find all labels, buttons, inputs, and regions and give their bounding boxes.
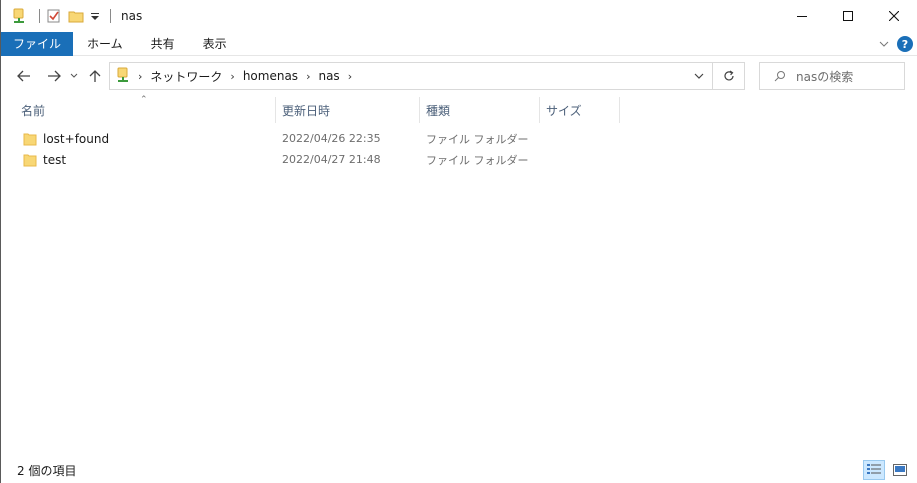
qat-separator bbox=[39, 9, 40, 23]
file-name: test bbox=[43, 152, 67, 167]
column-header-date[interactable]: 更新日時 bbox=[276, 97, 420, 123]
quick-access-toolbar: nas bbox=[1, 0, 142, 32]
file-list: lost+found 2022/04/26 22:35 ファイル フォルダー t… bbox=[1, 128, 917, 170]
list-item[interactable]: lost+found 2022/04/26 22:35 ファイル フォルダー bbox=[1, 128, 917, 149]
expand-ribbon-chevron-icon[interactable] bbox=[879, 37, 889, 51]
breadcrumb-network[interactable]: ネットワーク bbox=[150, 68, 222, 85]
help-icon[interactable]: ? bbox=[897, 36, 913, 52]
view-switcher bbox=[863, 460, 911, 480]
search-placeholder: nasの検索 bbox=[796, 69, 854, 84]
minimize-icon bbox=[797, 16, 807, 17]
chevron-down-icon bbox=[694, 73, 704, 79]
address-row: › ネットワーク › homenas › nas › nasの検索 bbox=[1, 57, 917, 95]
breadcrumb-chevron-icon[interactable]: › bbox=[138, 70, 142, 83]
tab-share[interactable]: 共有 bbox=[137, 32, 189, 56]
ribbon-right-controls: ? bbox=[879, 32, 913, 56]
refresh-icon bbox=[723, 70, 734, 81]
address-bar[interactable]: › ネットワーク › homenas › nas › bbox=[109, 62, 713, 90]
breadcrumb-homenas[interactable]: homenas bbox=[243, 69, 298, 83]
network-folder-icon[interactable] bbox=[11, 8, 27, 24]
details-view-button[interactable] bbox=[863, 460, 885, 480]
column-header-size[interactable]: サイズ bbox=[540, 97, 620, 123]
network-location-icon bbox=[116, 67, 130, 86]
new-folder-icon[interactable] bbox=[68, 8, 84, 24]
close-icon bbox=[889, 11, 899, 21]
file-type: ファイル フォルダー bbox=[426, 132, 529, 146]
search-icon bbox=[774, 71, 785, 82]
back-button[interactable] bbox=[11, 63, 37, 89]
file-date: 2022/04/27 21:48 bbox=[282, 153, 381, 166]
maximize-icon bbox=[843, 11, 853, 21]
minimize-button[interactable] bbox=[779, 0, 825, 32]
properties-icon[interactable] bbox=[46, 8, 62, 24]
maximize-button[interactable] bbox=[825, 0, 871, 32]
column-header-type[interactable]: 種類 bbox=[420, 97, 540, 123]
forward-button[interactable] bbox=[41, 63, 67, 89]
file-date: 2022/04/26 22:35 bbox=[282, 132, 381, 145]
back-arrow-icon bbox=[17, 70, 30, 82]
ribbon-tabs: ファイル ホーム 共有 表示 ? bbox=[1, 31, 917, 56]
breadcrumb: › ネットワーク › homenas › nas › bbox=[110, 63, 360, 89]
refresh-button[interactable] bbox=[713, 62, 745, 90]
tab-view[interactable]: 表示 bbox=[189, 32, 241, 56]
explorer-window: nas ファイル ホーム 共有 表示 ? › ネットワーク › homenas … bbox=[0, 0, 917, 483]
tab-file[interactable]: ファイル bbox=[1, 31, 74, 56]
customize-qat-icon[interactable] bbox=[90, 8, 100, 24]
large-icons-view-icon bbox=[893, 464, 907, 476]
breadcrumb-chevron-icon[interactable]: › bbox=[348, 70, 352, 83]
folder-icon bbox=[23, 133, 37, 145]
item-count: 2 個の項目 bbox=[17, 463, 77, 478]
forward-arrow-icon bbox=[48, 70, 61, 82]
file-name: lost+found bbox=[43, 131, 110, 146]
folder-icon bbox=[23, 154, 37, 166]
window-controls bbox=[779, 0, 917, 32]
details-view-icon bbox=[867, 464, 881, 474]
status-bar: 2 個の項目 bbox=[1, 457, 917, 483]
file-name-cell: lost+found bbox=[23, 132, 109, 146]
recent-locations-button[interactable] bbox=[67, 63, 81, 89]
large-icons-view-button[interactable] bbox=[889, 460, 911, 480]
list-item[interactable]: test 2022/04/27 21:48 ファイル フォルダー bbox=[1, 149, 917, 170]
column-header-name[interactable]: 名前 bbox=[15, 97, 275, 123]
qat-separator bbox=[110, 9, 111, 23]
file-name-cell: test bbox=[23, 153, 66, 167]
search-box[interactable]: nasの検索 bbox=[759, 62, 905, 90]
tab-home[interactable]: ホーム bbox=[73, 32, 137, 56]
up-button[interactable] bbox=[85, 63, 105, 89]
close-button[interactable] bbox=[871, 0, 917, 32]
up-arrow-icon bbox=[89, 70, 101, 82]
file-type: ファイル フォルダー bbox=[426, 153, 529, 167]
column-headers: ⌃ 名前 更新日時 種類 サイズ bbox=[1, 95, 917, 123]
address-history-button[interactable] bbox=[694, 63, 704, 89]
breadcrumb-nas[interactable]: nas bbox=[318, 69, 339, 83]
column-divider[interactable] bbox=[619, 97, 620, 123]
breadcrumb-chevron-icon[interactable]: › bbox=[306, 70, 310, 83]
breadcrumb-chevron-icon[interactable]: › bbox=[230, 70, 234, 83]
window-title: nas bbox=[121, 9, 143, 23]
title-bar: nas bbox=[1, 0, 917, 32]
chevron-down-icon bbox=[70, 73, 78, 78]
